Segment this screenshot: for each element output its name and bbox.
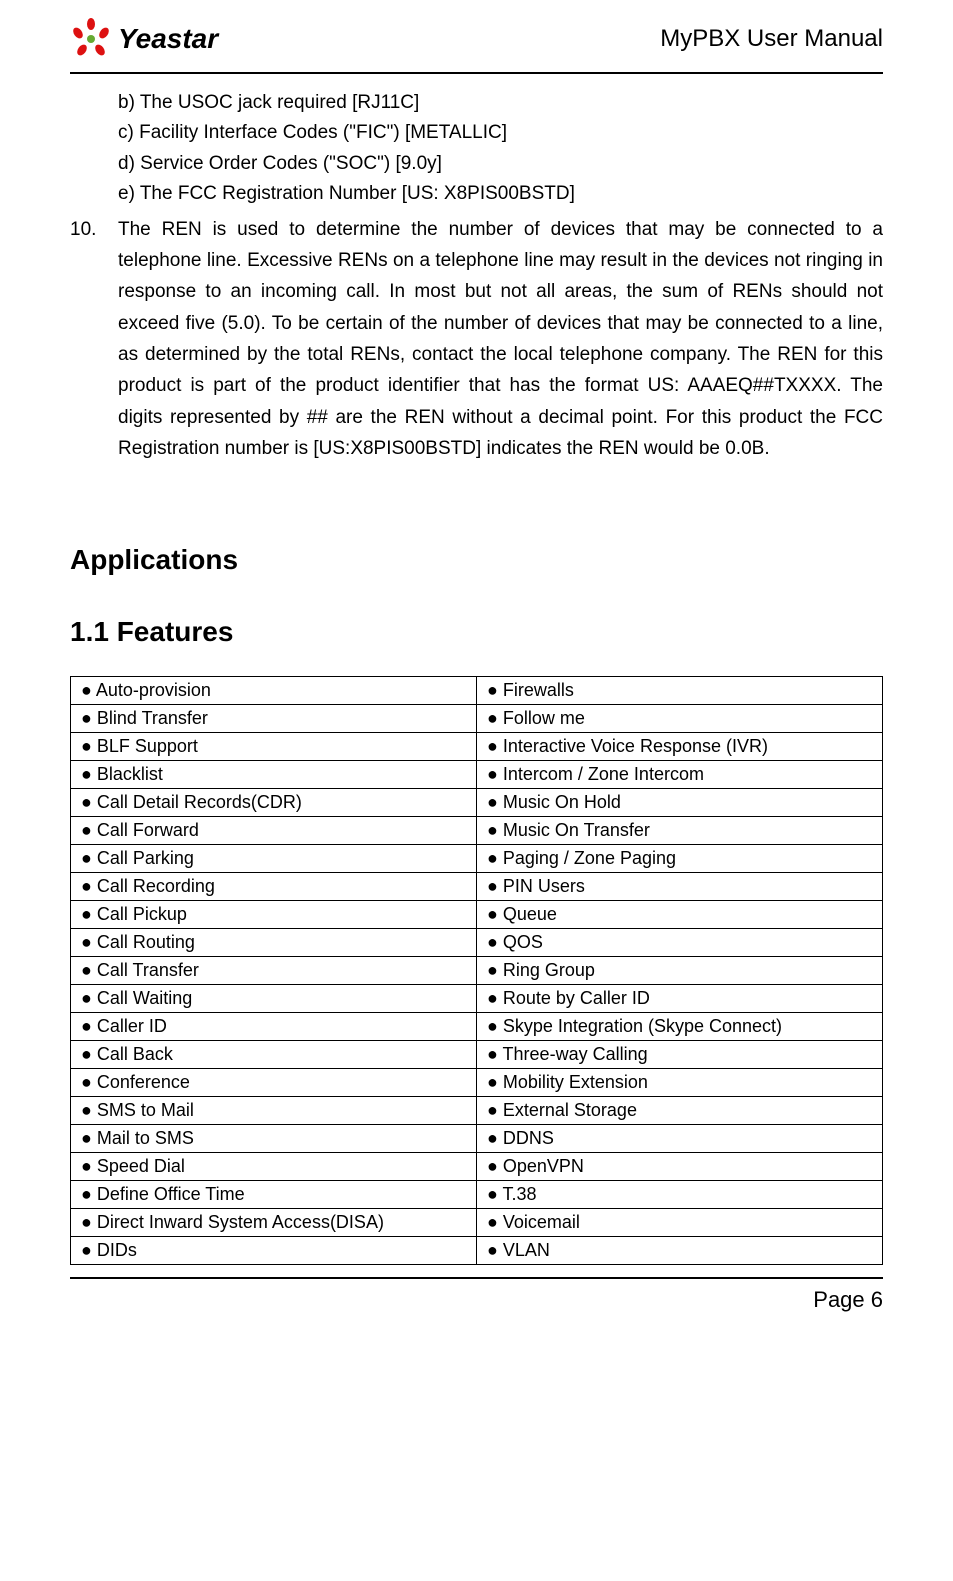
feature-cell: ● Skype Integration (Skype Connect) bbox=[477, 1013, 883, 1041]
table-row: ● Call Forward● Music On Transfer bbox=[71, 817, 883, 845]
feature-cell: ● Define Office Time bbox=[71, 1181, 477, 1209]
sub-item-c: c) Facility Interface Codes ("FIC") [MET… bbox=[118, 118, 883, 148]
table-row: ● Blind Transfer● Follow me bbox=[71, 705, 883, 733]
table-row: ● Conference● Mobility Extension bbox=[71, 1069, 883, 1097]
table-row: ● Caller ID● Skype Integration (Skype Co… bbox=[71, 1013, 883, 1041]
feature-cell: ● Call Transfer bbox=[71, 957, 477, 985]
feature-cell: ● Call Pickup bbox=[71, 901, 477, 929]
table-row: ● Direct Inward System Access(DISA)● Voi… bbox=[71, 1209, 883, 1237]
feature-cell: ● Blind Transfer bbox=[71, 705, 477, 733]
feature-cell: ● Route by Caller ID bbox=[477, 985, 883, 1013]
table-row: ● Call Parking● Paging / Zone Paging bbox=[71, 845, 883, 873]
feature-cell: ● External Storage bbox=[477, 1097, 883, 1125]
table-row: ● Call Waiting● Route by Caller ID bbox=[71, 985, 883, 1013]
feature-cell: ● Queue bbox=[477, 901, 883, 929]
heading-features: 1.1 Features bbox=[70, 616, 883, 648]
item-number: 10. bbox=[70, 214, 118, 465]
feature-cell: ● Mobility Extension bbox=[477, 1069, 883, 1097]
feature-cell: ● Call Detail Records(CDR) bbox=[71, 789, 477, 817]
feature-cell: ● Ring Group bbox=[477, 957, 883, 985]
feature-cell: ● Music On Transfer bbox=[477, 817, 883, 845]
table-row: ● Call Pickup● Queue bbox=[71, 901, 883, 929]
table-row: ● SMS to Mail● External Storage bbox=[71, 1097, 883, 1125]
document-title: MyPBX User Manual bbox=[660, 25, 883, 53]
item-body: The REN is used to determine the number … bbox=[118, 214, 883, 465]
table-row: ● Call Routing● QOS bbox=[71, 929, 883, 957]
feature-cell: ● BLF Support bbox=[71, 733, 477, 761]
feature-cell: ● Blacklist bbox=[71, 761, 477, 789]
table-row: ● Mail to SMS● DDNS bbox=[71, 1125, 883, 1153]
feature-cell: ● QOS bbox=[477, 929, 883, 957]
table-row: ● Speed Dial● OpenVPN bbox=[71, 1153, 883, 1181]
feature-cell: ● Speed Dial bbox=[71, 1153, 477, 1181]
feature-cell: ● Call Waiting bbox=[71, 985, 477, 1013]
table-row: ● Auto-provision ● Firewalls bbox=[71, 677, 883, 705]
features-table-body: ● Auto-provision ● Firewalls ● Blind Tra… bbox=[71, 677, 883, 1265]
sub-item-e: e) The FCC Registration Number [US: X8PI… bbox=[118, 179, 883, 209]
feature-cell: ● Interactive Voice Response (IVR) bbox=[477, 733, 883, 761]
feature-cell: ● Follow me bbox=[477, 705, 883, 733]
feature-cell: ● Intercom / Zone Intercom bbox=[477, 761, 883, 789]
feature-cell: ● Direct Inward System Access(DISA) bbox=[71, 1209, 477, 1237]
page-content: b) The USOC jack required [RJ11C] c) Fac… bbox=[0, 74, 953, 1265]
feature-cell: ● Three-way Calling bbox=[477, 1041, 883, 1069]
feature-cell: ● Call Recording bbox=[71, 873, 477, 901]
list-item-10: 10. The REN is used to determine the num… bbox=[70, 214, 883, 465]
feature-cell: ● Paging / Zone Paging bbox=[477, 845, 883, 873]
table-row: ● Call Transfer● Ring Group bbox=[71, 957, 883, 985]
feature-cell: ● OpenVPN bbox=[477, 1153, 883, 1181]
feature-cell: ● Call Routing bbox=[71, 929, 477, 957]
table-row: ● Call Back● Three-way Calling bbox=[71, 1041, 883, 1069]
table-row: ● Call Recording● PIN Users bbox=[71, 873, 883, 901]
feature-cell: ● Call Back bbox=[71, 1041, 477, 1069]
page-number: Page 6 bbox=[0, 1279, 953, 1313]
table-row: ● Call Detail Records(CDR)● Music On Hol… bbox=[71, 789, 883, 817]
logo: Yeastar bbox=[70, 18, 218, 60]
feature-cell: ● Firewalls bbox=[477, 677, 883, 705]
table-row: ● Blacklist● Intercom / Zone Intercom bbox=[71, 761, 883, 789]
feature-cell: ● Caller ID bbox=[71, 1013, 477, 1041]
features-table: ● Auto-provision ● Firewalls ● Blind Tra… bbox=[70, 676, 883, 1265]
feature-cell: ● Call Parking bbox=[71, 845, 477, 873]
sub-item-d: d) Service Order Codes ("SOC") [9.0y] bbox=[118, 149, 883, 179]
feature-cell: ● Music On Hold bbox=[477, 789, 883, 817]
sub-item-b: b) The USOC jack required [RJ11C] bbox=[118, 88, 883, 118]
feature-cell: ● T.38 bbox=[477, 1181, 883, 1209]
feature-cell: ● VLAN bbox=[477, 1237, 883, 1265]
feature-cell: ● PIN Users bbox=[477, 873, 883, 901]
feature-cell: ● Voicemail bbox=[477, 1209, 883, 1237]
heading-applications: Applications bbox=[70, 544, 883, 576]
feature-cell: ● DDNS bbox=[477, 1125, 883, 1153]
feature-cell: ● Mail to SMS bbox=[71, 1125, 477, 1153]
page-header: Yeastar MyPBX User Manual bbox=[0, 0, 953, 72]
feature-cell: ● Call Forward bbox=[71, 817, 477, 845]
logo-text: Yeastar bbox=[118, 23, 218, 55]
feature-cell: ● SMS to Mail bbox=[71, 1097, 477, 1125]
feature-cell: ● Conference bbox=[71, 1069, 477, 1097]
sub-item-list: b) The USOC jack required [RJ11C] c) Fac… bbox=[70, 88, 883, 210]
yeastar-logo-icon bbox=[70, 18, 112, 60]
feature-cell: ● Auto-provision bbox=[71, 677, 477, 705]
table-row: ● BLF Support● Interactive Voice Respons… bbox=[71, 733, 883, 761]
table-row: ● Define Office Time● T.38 bbox=[71, 1181, 883, 1209]
feature-cell: ● DIDs bbox=[71, 1237, 477, 1265]
table-row: ● DIDs● VLAN bbox=[71, 1237, 883, 1265]
